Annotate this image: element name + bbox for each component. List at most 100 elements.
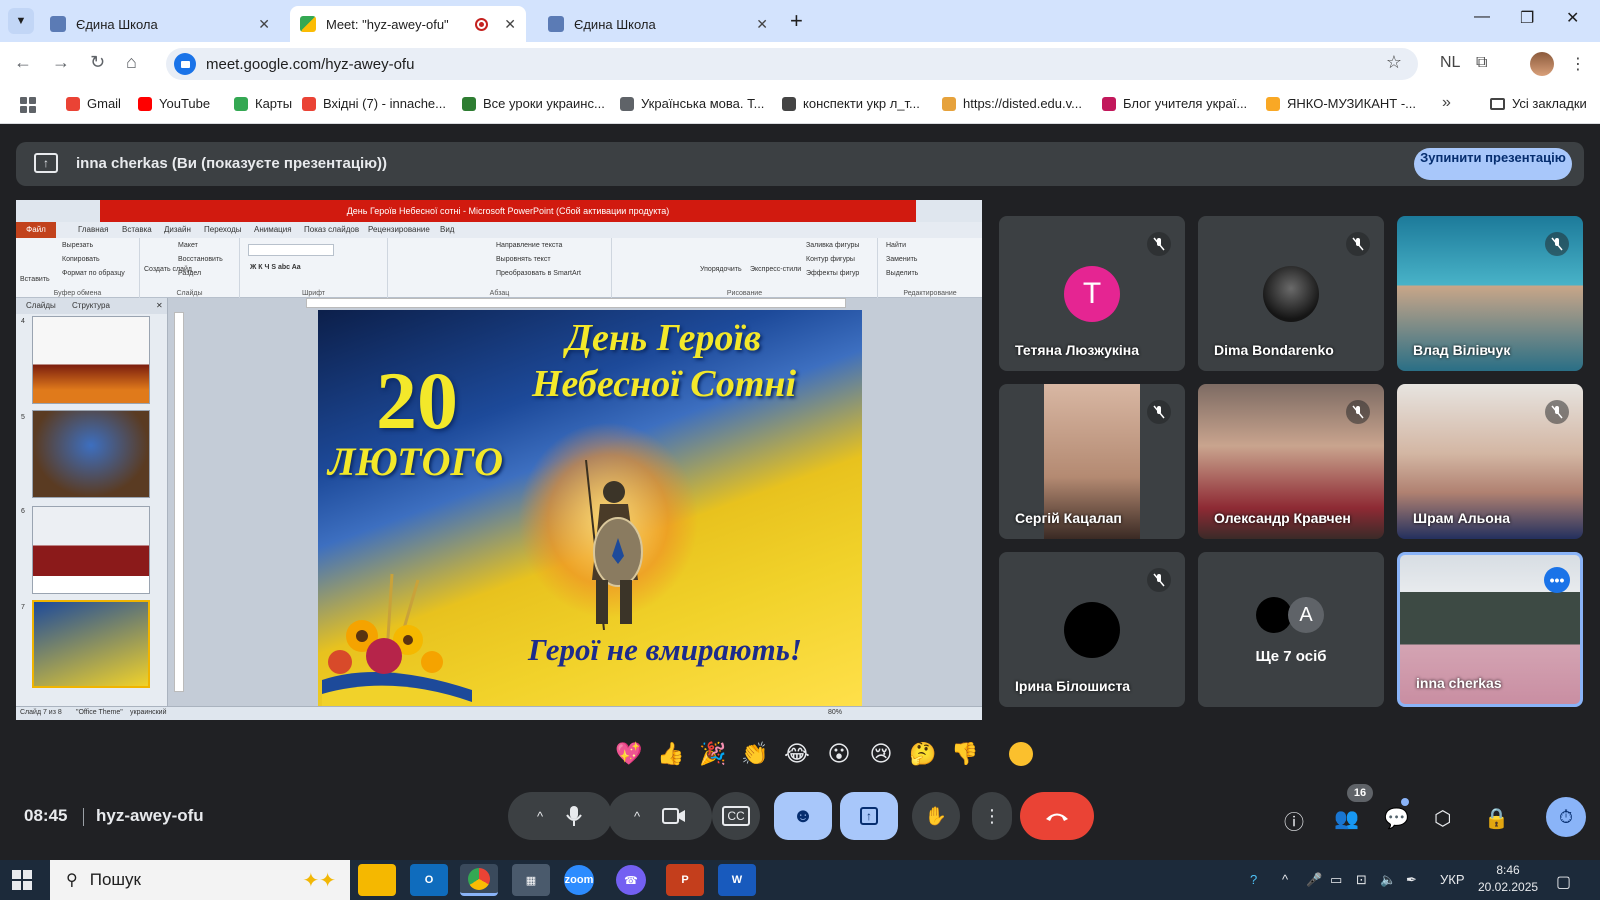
viber-icon[interactable]: ☎ [616, 865, 646, 895]
reaction-emoji[interactable]: 😢 [862, 734, 900, 774]
new-tab-icon[interactable]: + [790, 8, 803, 34]
bookmark-item[interactable]: Українська мова. Т... [620, 96, 764, 111]
extensions-icon[interactable]: ⧉ [1476, 54, 1487, 72]
participant-tile[interactable]: T Тетяна Люзжукіна [999, 216, 1185, 371]
ppt-tab[interactable]: Главная [78, 225, 108, 234]
show-hidden-icons-icon[interactable]: ^ [1282, 872, 1288, 887]
close-tab-icon[interactable]: ✕ [258, 16, 270, 33]
participant-tile-video[interactable]: Сергій Кацалап [999, 384, 1185, 539]
camera-control[interactable]: ^ [608, 792, 712, 840]
end-call-icon[interactable] [1044, 810, 1070, 822]
video-options-chevron-icon[interactable]: ^ [634, 809, 640, 824]
profile-badge[interactable]: NL [1440, 54, 1460, 72]
leave-call-button[interactable] [1020, 792, 1094, 840]
apps-grid-icon[interactable] [20, 97, 36, 113]
participant-tile[interactable]: Ірина Білошиста [999, 552, 1185, 707]
slide-thumbnail[interactable] [32, 316, 150, 404]
reaction-emoji[interactable]: 🤔 [904, 734, 942, 774]
ppt-tab[interactable]: Анимация [254, 225, 292, 234]
camera-icon[interactable] [662, 807, 686, 825]
zoom-level[interactable]: 80% [828, 709, 842, 716]
all-bookmarks[interactable]: Усі закладки [1490, 96, 1587, 111]
tab-search-button[interactable]: ▼ [8, 8, 34, 34]
more-vert-icon[interactable]: ⋮ [983, 806, 1001, 827]
volume-icon[interactable]: 🔈 [1380, 872, 1396, 888]
restore-icon[interactable]: ❐ [1520, 8, 1534, 28]
taskbar-search[interactable]: ⚲ Пошук ✦✦ [50, 860, 350, 900]
input-language[interactable]: УКР [1440, 872, 1465, 887]
hand-icon[interactable]: ✋ [925, 806, 947, 827]
reload-icon[interactable]: ↻ [90, 52, 105, 73]
back-icon[interactable]: ← [14, 52, 32, 73]
bookmark-item[interactable]: https://disted.edu.v... [942, 96, 1082, 111]
address-bar[interactable]: meet.google.com/hyz-awey-ofu ☆ [166, 48, 1418, 80]
captions-button[interactable]: CC [712, 792, 760, 840]
powerpoint-icon[interactable]: P [666, 864, 704, 896]
help-icon[interactable]: ? [1250, 872, 1257, 887]
more-participants-tile[interactable]: A Ще 7 осіб [1198, 552, 1384, 707]
calculator-icon[interactable]: ▦ [512, 864, 550, 896]
close-tab-icon[interactable]: ✕ [756, 16, 768, 33]
close-pane-icon[interactable]: ✕ [156, 301, 163, 310]
minimize-icon[interactable]: — [1474, 8, 1490, 26]
microphone-icon[interactable] [565, 805, 583, 827]
bookmark-item[interactable]: Вхідні (7) - innache... [302, 96, 446, 111]
raise-hand-button[interactable]: ✋ [912, 792, 960, 840]
slide-thumbnail[interactable] [32, 410, 150, 498]
windows-start-icon[interactable] [12, 870, 32, 890]
bookmark-item[interactable]: Gmail [66, 96, 121, 111]
present-button[interactable]: ↑ [840, 792, 898, 840]
close-tab-icon[interactable]: ✕ [504, 16, 516, 33]
ppt-tab[interactable]: Показ слайдов [304, 225, 359, 234]
network-icon[interactable]: ⊡ [1356, 872, 1367, 888]
taskbar-clock[interactable]: 8:46 20.02.2025 [1478, 862, 1538, 896]
bookmark-star-icon[interactable]: ☆ [1386, 52, 1402, 73]
more-options-icon[interactable]: ••• [1544, 567, 1570, 593]
ppt-tab[interactable]: Вид [440, 225, 454, 234]
profile-avatar[interactable] [1530, 52, 1554, 76]
participant-tile-video[interactable]: Влад Вілівчук [1397, 216, 1583, 371]
skin-tone-selector[interactable] [1009, 742, 1033, 766]
pen-icon[interactable]: ✒ [1406, 872, 1417, 888]
bookmark-item[interactable]: Блог учителя украї... [1102, 96, 1247, 111]
close-window-icon[interactable]: ✕ [1566, 8, 1579, 28]
stop-presenting-button[interactable]: Зупинити презентацію [1414, 148, 1572, 180]
bookmark-item[interactable]: ЯНКО-МУЗИКАНТ -... [1266, 96, 1416, 111]
more-options-button[interactable]: ⋮ [972, 792, 1012, 840]
captions-icon[interactable]: CC [722, 806, 750, 826]
reaction-emoji[interactable]: 😮 [820, 734, 858, 774]
participant-tile-video[interactable]: Олександр Кравчен [1198, 384, 1384, 539]
file-explorer-icon[interactable] [358, 864, 396, 896]
ppt-tab[interactable]: Переходы [204, 225, 242, 234]
tray-mic-icon[interactable]: 🎤 [1306, 872, 1322, 888]
present-screen-icon[interactable]: ↑ [860, 807, 878, 825]
self-tile[interactable]: ••• inna cherkas [1397, 552, 1583, 707]
reaction-emoji[interactable]: 😂 [778, 734, 816, 774]
bookmark-item[interactable]: Все уроки украинс... [462, 96, 605, 111]
more-bookmarks-icon[interactable]: » [1442, 94, 1451, 112]
word-icon[interactable]: W [718, 864, 756, 896]
reaction-emoji[interactable]: 🎉 [694, 734, 732, 774]
browser-tab-2[interactable]: Meet: "hyz-awey-ofu" ✕ [290, 6, 526, 42]
outlook-icon[interactable]: O [410, 864, 448, 896]
slide-thumbnail[interactable] [32, 506, 150, 594]
bookmark-item[interactable]: Карты [234, 96, 292, 111]
zoom-icon[interactable]: zoom [564, 865, 594, 895]
url-text[interactable]: meet.google.com/hyz-awey-ofu [206, 56, 414, 73]
forward-icon[interactable]: → [52, 52, 70, 73]
home-icon[interactable]: ⌂ [126, 52, 137, 73]
reaction-emoji[interactable]: 👍 [652, 734, 690, 774]
ppt-file-tab[interactable]: Файл [16, 222, 56, 238]
slide-thumbnail-selected[interactable] [32, 600, 150, 688]
ppt-tab[interactable]: Рецензирование [368, 225, 430, 234]
notifications-icon[interactable]: ▢ [1556, 872, 1571, 892]
meeting-info-icon[interactable]: ⓘ [1284, 806, 1304, 835]
reaction-emoji[interactable]: 👏 [736, 734, 774, 774]
reactions-button[interactable]: ☻ [774, 792, 832, 840]
audio-options-chevron-icon[interactable]: ^ [537, 809, 543, 824]
host-controls-lock-icon[interactable]: 🔒 [1484, 806, 1509, 831]
microphone-control[interactable]: ^ [508, 792, 612, 840]
participant-tile-video[interactable]: Шрам Альона [1397, 384, 1583, 539]
ppt-tab[interactable]: Дизайн [164, 225, 191, 234]
browser-tab-1[interactable]: Єдина Школа ✕ [40, 6, 280, 42]
